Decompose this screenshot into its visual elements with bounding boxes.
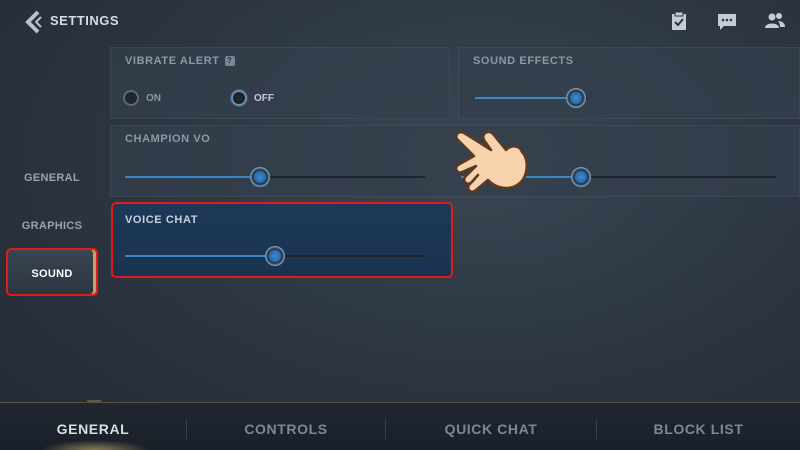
page-title: SETTINGS [50, 13, 120, 28]
voice-chat-slider[interactable] [125, 246, 425, 266]
radio-checked-icon [231, 90, 247, 106]
vibrate-off-label: OFF [254, 92, 274, 104]
slider-fill [125, 255, 275, 257]
vibrate-on-radio[interactable]: ON [123, 90, 161, 106]
vibrate-alert-panel: VIBRATE ALERT? ON OFF [110, 47, 450, 119]
vibrate-alert-label: VIBRATE ALERT? [125, 55, 235, 67]
slider-thumb[interactable] [265, 246, 285, 266]
sound-effects-slider[interactable] [475, 88, 587, 108]
sidebar-item-general[interactable]: GENERAL [6, 154, 98, 202]
tab-controls[interactable]: CONTROLS [187, 403, 385, 450]
top-bar: SETTINGS [0, 0, 800, 44]
back-chevron-icon[interactable] [20, 8, 48, 36]
pointing-hand-icon [446, 120, 536, 200]
slider-thumb[interactable] [570, 167, 591, 187]
champion-vo-label: CHAMPION VO [125, 133, 211, 145]
voice-chat-label: VOICE CHAT [125, 214, 199, 226]
sound-effects-label: SOUND EFFECTS [473, 55, 574, 67]
sidebar-item-graphics[interactable]: GRAPHICS [6, 202, 98, 250]
slider-thumb[interactable] [250, 167, 270, 187]
vibrate-off-radio[interactable]: OFF [231, 90, 274, 106]
active-tab-glow [40, 440, 150, 450]
missions-clipboard-icon[interactable] [668, 10, 690, 32]
friends-icon[interactable] [764, 10, 786, 32]
sound-effects-panel: SOUND EFFECTS [458, 47, 800, 119]
slider-fill [475, 97, 576, 99]
tab-quick-chat[interactable]: QUICK CHAT [386, 403, 596, 450]
sidebar-item-sound[interactable]: SOUND [6, 248, 98, 296]
tab-block-list[interactable]: BLOCK LIST [597, 403, 800, 450]
slider-thumb[interactable] [565, 88, 586, 108]
voice-chat-panel: VOICE CHAT [111, 202, 453, 278]
vibrate-on-label: ON [146, 92, 161, 104]
champion-vo-slider[interactable] [125, 167, 425, 187]
chat-icon[interactable] [716, 10, 738, 32]
help-icon[interactable]: ? [224, 56, 235, 66]
radio-unchecked-icon [123, 90, 139, 106]
slider-fill [125, 176, 260, 178]
